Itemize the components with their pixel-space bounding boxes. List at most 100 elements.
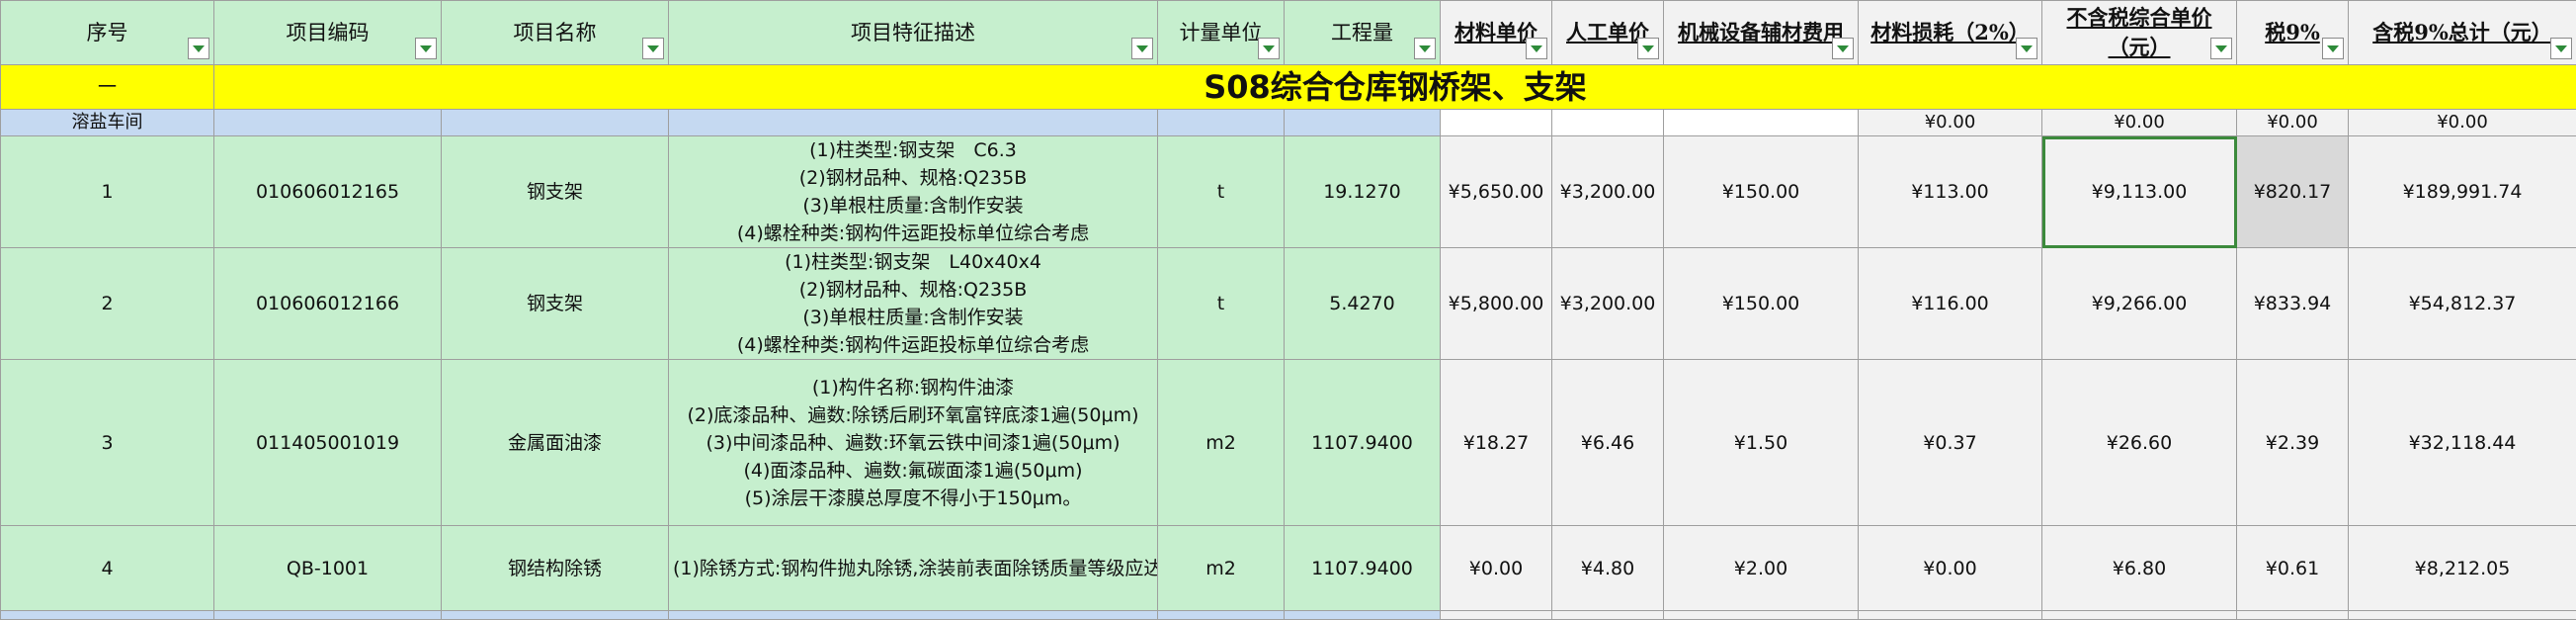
header-desc[interactable]: 项目特征描述 (669, 1, 1158, 65)
row-mat-price[interactable]: ¥18.27 (1441, 360, 1552, 526)
row-labor-price[interactable]: ¥4.80 (1552, 526, 1664, 611)
row-code[interactable]: 011405001019 (214, 360, 442, 526)
header-code[interactable]: 项目编码 (214, 1, 442, 65)
row-total[interactable]: ¥8,212.05 (2349, 526, 2576, 611)
row-loss[interactable]: ¥113.00 (1859, 136, 2042, 248)
row-seq[interactable]: 1 (1, 136, 214, 248)
cell[interactable] (669, 110, 1158, 136)
filter-dropdown-icon[interactable] (415, 38, 437, 59)
row-qty[interactable]: 19.1270 (1285, 136, 1441, 248)
filter-dropdown-icon[interactable] (2210, 38, 2232, 59)
row-tax[interactable]: ¥820.17 (2237, 136, 2349, 248)
row-mat-price[interactable]: ¥0.00 (1441, 526, 1552, 611)
row-desc[interactable]: (1)柱类型:钢支架 L40x40x4(2)钢材品种、规格:Q235B(3)单根… (669, 248, 1158, 360)
filter-dropdown-icon[interactable] (1637, 38, 1659, 59)
cell[interactable] (1158, 611, 1285, 620)
row-mat-price[interactable]: ¥5,800.00 (1441, 248, 1552, 360)
row-mach[interactable]: ¥150.00 (1664, 248, 1859, 360)
cell[interactable] (1158, 110, 1285, 136)
cell[interactable] (669, 611, 1158, 620)
cell[interactable] (2042, 611, 2237, 620)
cell[interactable] (1285, 611, 1441, 620)
header-labor-price[interactable]: 人工单价 (1552, 1, 1664, 65)
subgroup-total[interactable]: ¥0.00 (2349, 110, 2576, 136)
row-untaxed-price[interactable]: ¥6.80 (2042, 526, 2237, 611)
subgroup-label[interactable]: 溶盐车间 (1, 110, 214, 136)
row-tax[interactable]: ¥0.61 (2237, 526, 2349, 611)
cell[interactable] (1285, 110, 1441, 136)
section-seq[interactable]: 一 (1, 65, 214, 110)
cell[interactable] (1441, 110, 1552, 136)
row-total[interactable]: ¥54,812.37 (2349, 248, 2576, 360)
header-loss[interactable]: 材料损耗（2%） (1859, 1, 2042, 65)
cell[interactable] (2237, 611, 2349, 620)
row-seq[interactable]: 3 (1, 360, 214, 526)
header-mach[interactable]: 机械设备辅材费用 (1664, 1, 1859, 65)
row-seq[interactable]: 4 (1, 526, 214, 611)
cell[interactable] (1441, 611, 1552, 620)
filter-dropdown-icon[interactable] (188, 38, 209, 59)
section-title[interactable]: S08综合仓库钢桥架、支架 (214, 65, 2576, 110)
filter-dropdown-icon[interactable] (1414, 38, 1436, 59)
row-name[interactable]: 钢支架 (442, 248, 669, 360)
row-desc[interactable]: (1)除锈方式:钢构件抛丸除锈,涂装前表面除锈质量等级应达到《涂装前钢材表锈蚀等… (669, 526, 1158, 611)
filter-dropdown-icon[interactable] (2322, 38, 2344, 59)
cell[interactable] (2349, 611, 2576, 620)
cell[interactable] (442, 611, 669, 620)
subgroup-loss[interactable]: ¥0.00 (1859, 110, 2042, 136)
row-total[interactable]: ¥189,991.74 (2349, 136, 2576, 248)
filter-dropdown-icon[interactable] (2550, 38, 2572, 59)
row-unit[interactable]: m2 (1158, 526, 1285, 611)
row-loss[interactable]: ¥0.00 (1859, 526, 2042, 611)
row-name[interactable]: 钢支架 (442, 136, 669, 248)
row-untaxed-price[interactable]: ¥9,113.00 (2042, 136, 2237, 248)
row-loss[interactable]: ¥0.37 (1859, 360, 2042, 526)
header-total[interactable]: 含税9%总计（元） (2349, 1, 2576, 65)
filter-dropdown-icon[interactable] (1526, 38, 1547, 59)
row-desc[interactable]: (1)构件名称:钢构件油漆(2)底漆品种、遍数:除锈后刷环氧富锌底漆1遍(50μ… (669, 360, 1158, 526)
filter-dropdown-icon[interactable] (1832, 38, 1854, 59)
row-name[interactable]: 钢结构除锈 (442, 526, 669, 611)
cell[interactable] (1552, 110, 1664, 136)
row-labor-price[interactable]: ¥3,200.00 (1552, 248, 1664, 360)
row-tax[interactable]: ¥2.39 (2237, 360, 2349, 526)
header-untaxed-price[interactable]: 不含税综合单价（元） (2042, 1, 2237, 65)
header-mat-price[interactable]: 材料单价 (1441, 1, 1552, 65)
row-untaxed-price[interactable]: ¥26.60 (2042, 360, 2237, 526)
filter-dropdown-icon[interactable] (642, 38, 664, 59)
cell[interactable] (1552, 611, 1664, 620)
row-seq[interactable]: 2 (1, 248, 214, 360)
header-unit[interactable]: 计量单位 (1158, 1, 1285, 65)
row-qty[interactable]: 5.4270 (1285, 248, 1441, 360)
row-tax[interactable]: ¥833.94 (2237, 248, 2349, 360)
row-mach[interactable]: ¥2.00 (1664, 526, 1859, 611)
row-mach[interactable]: ¥1.50 (1664, 360, 1859, 526)
cell[interactable] (1, 611, 214, 620)
row-qty[interactable]: 1107.9400 (1285, 360, 1441, 526)
row-labor-price[interactable]: ¥3,200.00 (1552, 136, 1664, 248)
row-unit[interactable]: t (1158, 136, 1285, 248)
cell[interactable] (442, 110, 669, 136)
row-mat-price[interactable]: ¥5,650.00 (1441, 136, 1552, 248)
filter-dropdown-icon[interactable] (2016, 38, 2037, 59)
row-desc[interactable]: (1)柱类型:钢支架 C6.3(2)钢材品种、规格:Q235B(3)单根柱质量:… (669, 136, 1158, 248)
row-unit[interactable]: m2 (1158, 360, 1285, 526)
row-code[interactable]: 010606012165 (214, 136, 442, 248)
row-qty[interactable]: 1107.9400 (1285, 526, 1441, 611)
row-untaxed-price[interactable]: ¥9,266.00 (2042, 248, 2237, 360)
filter-dropdown-icon[interactable] (1258, 38, 1280, 59)
cell[interactable] (1859, 611, 2042, 620)
cell[interactable] (214, 611, 442, 620)
row-name[interactable]: 金属面油漆 (442, 360, 669, 526)
header-qty[interactable]: 工程量 (1285, 1, 1441, 65)
row-code[interactable]: 010606012166 (214, 248, 442, 360)
cell[interactable] (1664, 110, 1859, 136)
filter-dropdown-icon[interactable] (1131, 38, 1153, 59)
cell[interactable] (1664, 611, 1859, 620)
header-seq[interactable]: 序号 (1, 1, 214, 65)
row-mach[interactable]: ¥150.00 (1664, 136, 1859, 248)
row-loss[interactable]: ¥116.00 (1859, 248, 2042, 360)
subgroup-tax[interactable]: ¥0.00 (2237, 110, 2349, 136)
subgroup-untaxed-price[interactable]: ¥0.00 (2042, 110, 2237, 136)
header-tax[interactable]: 税9% (2237, 1, 2349, 65)
